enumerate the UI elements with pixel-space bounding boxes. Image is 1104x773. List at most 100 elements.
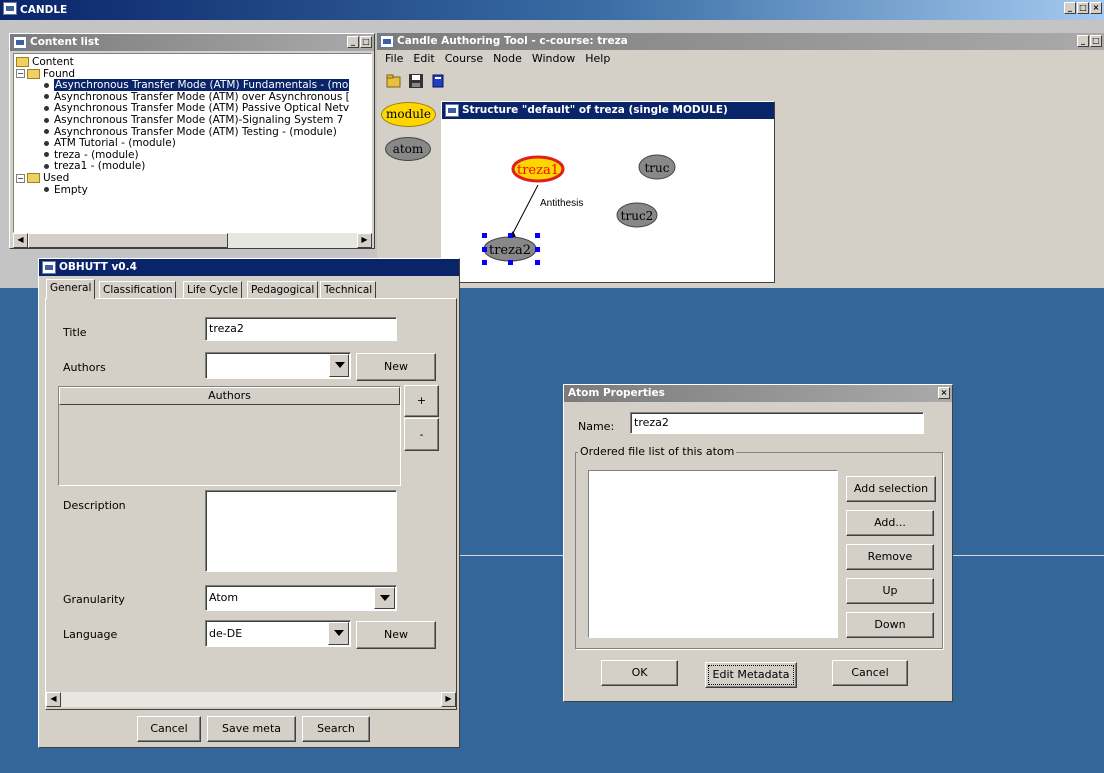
edit-metadata-button[interactable]: Edit Metadata <box>705 662 797 688</box>
scroll-right-icon[interactable]: ▶ <box>441 692 456 707</box>
content-tree-hscroll[interactable]: ◀ ▶ <box>13 233 372 248</box>
save-meta-button[interactable]: Save meta <box>207 716 296 742</box>
maximize-icon[interactable]: □ <box>1077 2 1089 14</box>
tree-item-label: Asynchronous Transfer Mode (ATM) over As… <box>54 90 350 103</box>
ok-button[interactable]: OK <box>601 660 678 686</box>
authors-combo[interactable] <box>205 352 351 379</box>
structure-titlebar[interactable]: Structure "default" of treza (single MOD… <box>442 102 774 119</box>
node-treza2-label: treza2 <box>489 243 531 258</box>
book-icon[interactable] <box>430 73 446 89</box>
add-author-button[interactable]: + <box>404 385 439 417</box>
tab-pedagogical[interactable]: Pedagogical <box>247 281 319 299</box>
menu-edit[interactable]: Edit <box>413 50 434 67</box>
open-folder-icon[interactable] <box>386 73 402 89</box>
window-icon <box>42 261 56 274</box>
palette-module[interactable]: module <box>381 102 436 127</box>
description-textarea[interactable] <box>205 490 397 572</box>
file-list[interactable] <box>588 470 838 638</box>
remove-button[interactable]: Remove <box>846 544 934 570</box>
down-button[interactable]: Down <box>846 612 934 638</box>
tree-folder[interactable]: − Found <box>16 68 75 80</box>
tree-item[interactable]: treza1 - (module) <box>44 160 145 172</box>
maximize-icon[interactable]: □ <box>360 36 372 48</box>
close-icon[interactable]: × <box>938 387 950 399</box>
tree-item[interactable]: Asynchronous Transfer Mode (ATM) Passive… <box>44 102 349 114</box>
tab-technical[interactable]: Technical <box>320 281 377 299</box>
bullet-icon <box>44 152 49 158</box>
atom-name-input[interactable]: treza2 <box>630 412 924 434</box>
remove-author-button[interactable]: - <box>404 418 439 451</box>
authoring-controls: _ □ <box>1077 35 1102 47</box>
menu-node[interactable]: Node <box>493 50 522 67</box>
tree-folder[interactable]: Content <box>16 56 74 68</box>
tree-item[interactable]: Empty <box>44 184 88 196</box>
content-tree[interactable]: Content − Found Asynchronous Transfer Mode … <box>13 53 372 233</box>
scroll-right-icon[interactable]: ▶ <box>357 233 372 248</box>
collapse-icon[interactable]: − <box>16 69 25 79</box>
selection-handle <box>508 233 513 238</box>
tree-item-label: Asynchronous Transfer Mode (ATM) Passive… <box>54 102 350 115</box>
bullet-icon <box>44 163 49 169</box>
save-disk-icon[interactable] <box>408 73 424 89</box>
atom-properties-titlebar[interactable]: Atom Properties × <box>564 385 952 402</box>
tree-item[interactable]: Asynchronous Transfer Mode (ATM) Testing… <box>44 126 337 138</box>
tab-classification[interactable]: Classification <box>99 281 177 299</box>
tree-item[interactable]: Asynchronous Transfer Mode (ATM) Fundame… <box>44 79 350 92</box>
authors-new-button[interactable]: New <box>356 353 436 381</box>
collapse-icon[interactable]: − <box>16 173 25 183</box>
close-icon[interactable]: × <box>1090 2 1102 14</box>
tree-item[interactable]: Asynchronous Transfer Mode (ATM)-Signali… <box>44 114 343 126</box>
minimize-icon[interactable]: _ <box>347 36 359 48</box>
tree-folder[interactable]: − Used <box>16 172 69 184</box>
selection-handle <box>535 233 540 238</box>
palette-atom[interactable]: atom <box>385 137 431 161</box>
granularity-combo[interactable]: Atom <box>205 585 397 611</box>
authors-table-header[interactable]: Authors <box>59 387 400 405</box>
title-input[interactable]: treza2 <box>205 317 397 341</box>
menu-help[interactable]: Help <box>585 50 610 67</box>
selection-handle <box>482 233 487 238</box>
folder-icon <box>16 57 29 67</box>
node-truc2-label: truc2 <box>621 209 654 223</box>
content-list-titlebar[interactable]: Content list _ □ <box>10 34 374 51</box>
tab-general[interactable]: General <box>46 279 96 299</box>
chevron-down-icon[interactable] <box>374 587 395 609</box>
authoring-titlebar[interactable]: Candle Authoring Tool - c-course: treza … <box>377 33 1104 50</box>
authors-table[interactable]: Authors <box>58 386 401 486</box>
folder-icon <box>27 68 40 79</box>
tree-item-label: treza1 - (module) <box>54 160 146 173</box>
scroll-left-icon[interactable]: ◀ <box>13 233 28 248</box>
atom-cancel-button[interactable]: Cancel <box>832 660 908 686</box>
candle-app-icon <box>3 2 17 15</box>
bullet-icon <box>44 117 49 123</box>
language-new-button[interactable]: New <box>356 621 436 649</box>
menu-course[interactable]: Course <box>445 50 483 67</box>
search-button[interactable]: Search <box>302 716 370 742</box>
cancel-button[interactable]: Cancel <box>137 716 201 742</box>
tab-life-cycle[interactable]: Life Cycle <box>183 281 242 299</box>
minimize-icon[interactable]: _ <box>1064 2 1076 14</box>
selection-handle <box>535 247 540 252</box>
minimize-icon[interactable]: _ <box>1077 35 1089 47</box>
tree-item[interactable]: ATM Tutorial - (module) <box>44 137 176 149</box>
tree-item[interactable]: Asynchronous Transfer Mode (ATM) over As… <box>44 91 350 103</box>
up-button[interactable]: Up <box>846 578 934 604</box>
chevron-down-icon[interactable] <box>328 622 349 645</box>
maximize-icon[interactable]: □ <box>1090 35 1102 47</box>
tree-item[interactable]: treza - (module) <box>44 149 139 161</box>
bullet-icon <box>44 105 49 111</box>
bullet-icon <box>44 187 49 193</box>
scroll-thumb[interactable] <box>28 233 228 248</box>
name-label: Name: <box>578 420 615 433</box>
atom-properties-title: Atom Properties <box>568 387 665 399</box>
obhutt-titlebar[interactable]: OBHUTT v0.4 <box>39 259 459 276</box>
add-selection-button[interactable]: Add selection <box>846 476 936 502</box>
scroll-left-icon[interactable]: ◀ <box>46 692 61 707</box>
add-button[interactable]: Add... <box>846 510 934 536</box>
structure-graph[interactable]: Antithesis treza1 truc truc2 treza2 <box>442 119 774 282</box>
menu-file[interactable]: File <box>385 50 403 67</box>
menu-window[interactable]: Window <box>532 50 575 67</box>
candle-titlebar[interactable]: CANDLE _ □ × <box>0 0 1104 20</box>
obhutt-hscroll[interactable]: ◀ ▶ <box>46 692 456 707</box>
chevron-down-icon[interactable] <box>329 354 349 377</box>
